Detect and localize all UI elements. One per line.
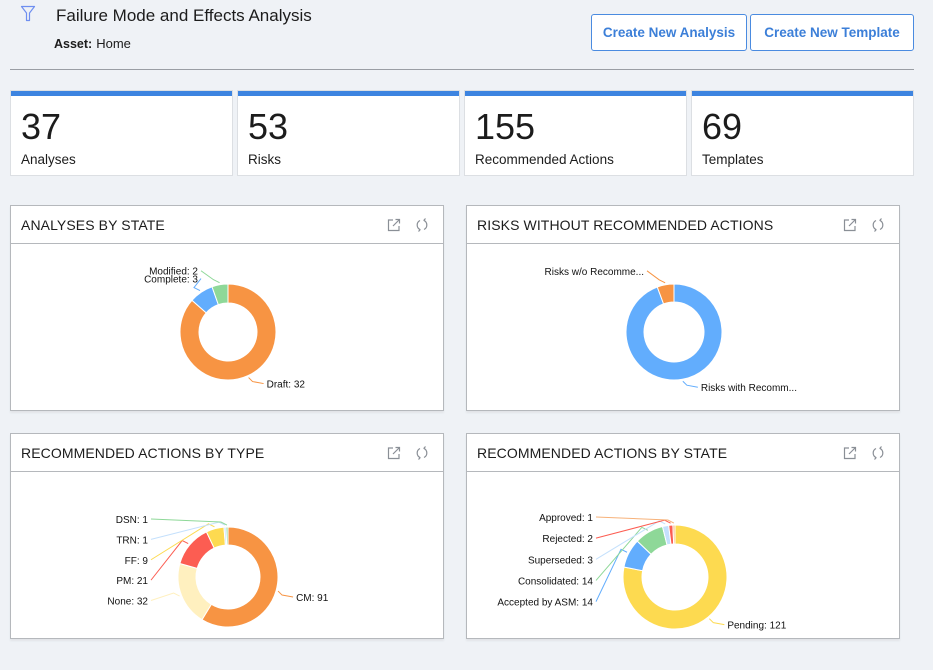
- donut-chart: Risks w/o Recomme... Risks with Recomm...: [545, 267, 797, 394]
- refresh-icon[interactable]: [414, 445, 430, 461]
- card-header: RECOMMENDED ACTIONS BY TYPE: [11, 434, 443, 472]
- chart-area: Risks w/o Recomme... Risks with Recomm...: [467, 245, 899, 410]
- analyses-by-state-card: ANALYSES BY STATE Complete: 3 Modified: 2…: [10, 205, 444, 411]
- asset-label: Asset:: [54, 37, 93, 51]
- card-title: ANALYSES BY STATE: [21, 217, 165, 233]
- slice-dsn[interactable]: [225, 526, 229, 546]
- data-label-cm: CM: 91: [296, 593, 329, 604]
- donut-chart: None: 32 PM: 21 FF: 9 TRN: 1 DSN: 1 CM: 91: [107, 515, 329, 628]
- kpi-value: 53: [248, 106, 289, 147]
- page-title: Failure Mode and Effects Analysis: [56, 6, 312, 25]
- kpi-label: Templates: [702, 152, 764, 167]
- leader-line-none: [150, 592, 180, 601]
- kpi-label: Analyses: [21, 152, 76, 167]
- slice-none[interactable]: [177, 562, 213, 621]
- donut-chart: Accepted by ASM: 14 Consolidated: 14 Super…: [497, 513, 786, 632]
- data-label-risks-with-recommended-actions: Risks with Recomm...: [701, 383, 797, 394]
- data-label-ff: FF: 9: [125, 556, 149, 567]
- create-new-analysis-button[interactable]: Create New Analysis: [591, 14, 747, 51]
- asset-breadcrumb: Asset: Home: [54, 36, 131, 51]
- recommended-actions-by-type-card: RECOMMENDED ACTIONS BY TYPE None: 32 PM: …: [10, 433, 444, 639]
- open-external-icon[interactable]: [842, 217, 858, 233]
- data-label-consolidated: Consolidated: 14: [518, 576, 593, 587]
- leader-line-risks-w-o-recommended-actions: [646, 270, 666, 284]
- leader-line-draft: [248, 377, 264, 385]
- data-label-none: None: 32: [107, 597, 148, 608]
- kpi-recommended-actions[interactable]: 155 Recommended Actions: [465, 91, 686, 175]
- kpi-templates[interactable]: 69 Templates: [692, 91, 913, 175]
- open-external-icon[interactable]: [386, 445, 402, 461]
- leader-line-risks-with-recommended-actions: [682, 380, 698, 388]
- data-label-superseded: Superseded: 3: [528, 555, 593, 566]
- leader-line-dsn: [150, 518, 228, 526]
- chart-area: Complete: 3 Modified: 2 Draft: 32: [11, 245, 443, 410]
- data-label-pending: Pending: 121: [727, 621, 786, 632]
- data-label-draft: Draft: 32: [267, 380, 306, 391]
- card-title: RISKS WITHOUT RECOMMENDED ACTIONS: [477, 217, 774, 233]
- data-label-modified: Modified: 2: [149, 267, 198, 278]
- card-title: RECOMMENDED ACTIONS BY TYPE: [21, 445, 265, 461]
- data-label-dsn: DSN: 1: [116, 515, 149, 526]
- kpi-value: 155: [475, 106, 536, 147]
- page-header: Failure Mode and Effects Analysis Asset:…: [0, 0, 933, 70]
- recommended-actions-by-state-card: RECOMMENDED ACTIONS BY STATE Accepted by…: [466, 433, 900, 639]
- kpi-risks[interactable]: 53 Risks: [238, 91, 459, 175]
- data-label-rejected: Rejected: 2: [542, 534, 593, 545]
- data-label-risks-w-o-recommended-actions: Risks w/o Recomme...: [545, 267, 644, 278]
- filter-funnel-icon[interactable]: [20, 5, 36, 23]
- leader-line-pending: [708, 618, 725, 626]
- create-new-template-button[interactable]: Create New Template: [750, 14, 914, 51]
- open-external-icon[interactable]: [386, 217, 402, 233]
- data-label-accepted-by-asm: Accepted by ASM: 14: [497, 598, 593, 609]
- card-title: RECOMMENDED ACTIONS BY STATE: [477, 445, 728, 461]
- kpi-value: 69: [702, 106, 743, 147]
- refresh-icon[interactable]: [414, 217, 430, 233]
- leader-line-cm: [277, 590, 294, 598]
- data-label-approved: Approved: 1: [539, 513, 593, 524]
- chart-area: Accepted by ASM: 14 Consolidated: 14 Super…: [467, 473, 899, 638]
- card-header: RECOMMENDED ACTIONS BY STATE: [467, 434, 899, 472]
- leader-line-modified: [200, 270, 220, 284]
- kpi-label: Recommended Actions: [475, 152, 614, 167]
- open-external-icon[interactable]: [842, 445, 858, 461]
- kpi-value: 37: [21, 106, 62, 147]
- data-label-pm: PM: 21: [116, 576, 148, 587]
- donut-chart: Complete: 3Modified: 2Draft: 32: [144, 267, 306, 391]
- kpi-analyses[interactable]: 37 Analyses: [11, 91, 232, 175]
- asset-value[interactable]: Home: [96, 36, 131, 51]
- header-divider: [10, 69, 914, 70]
- card-header: ANALYSES BY STATE: [11, 206, 443, 244]
- slice-approved[interactable]: [672, 524, 676, 545]
- refresh-icon[interactable]: [870, 217, 886, 233]
- risks-without-recommended-actions-card: RISKS WITHOUT RECOMMENDED ACTIONS Risks …: [466, 205, 900, 411]
- refresh-icon[interactable]: [870, 445, 886, 461]
- card-header: RISKS WITHOUT RECOMMENDED ACTIONS: [467, 206, 899, 244]
- kpi-label: Risks: [248, 152, 281, 167]
- data-label-trn: TRN: 1: [116, 535, 148, 546]
- chart-area: None: 32 PM: 21 FF: 9 TRN: 1 DSN: 1 CM: 91: [11, 473, 443, 638]
